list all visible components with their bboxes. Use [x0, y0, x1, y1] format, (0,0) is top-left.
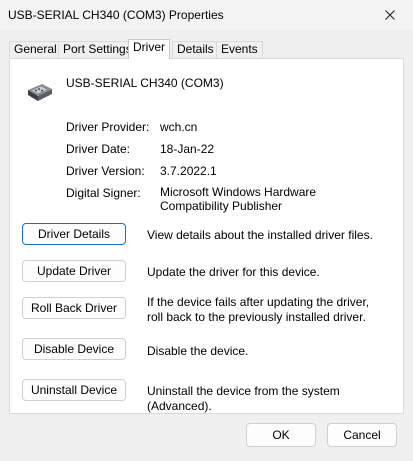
roll-back-driver-description: If the device fails after updating the d… — [147, 295, 370, 324]
tab-strip: General Port Settings Driver Details Eve… — [9, 39, 404, 59]
tab-details[interactable]: Details — [172, 41, 219, 58]
digital-signer-value: Microsoft Windows Hardware Compatibility… — [160, 185, 317, 213]
update-driver-button[interactable]: Update Driver — [22, 260, 126, 282]
disable-device-button[interactable]: Disable Device — [22, 338, 126, 360]
tab-events[interactable]: Events — [216, 41, 263, 58]
uninstall-device-button[interactable]: Uninstall Device — [22, 379, 126, 401]
cancel-button[interactable]: Cancel — [327, 423, 397, 447]
update-driver-description: Update the driver for this device. — [147, 265, 320, 279]
close-icon — [385, 10, 395, 20]
tab-port-settings[interactable]: Port Settings — [58, 41, 137, 58]
digital-signer-label: Digital Signer: — [66, 186, 141, 200]
window-title: USB-SERIAL CH340 (COM3) Properties — [8, 8, 224, 22]
close-button[interactable] — [367, 0, 413, 30]
driver-version-label: Driver Version: — [66, 164, 145, 178]
driver-provider-label: Driver Provider: — [66, 120, 150, 134]
title-bar: USB-SERIAL CH340 (COM3) Properties — [0, 0, 413, 30]
driver-panel: USB-SERIAL CH340 (COM3) Driver Provider:… — [9, 58, 404, 414]
roll-back-driver-button[interactable]: Roll Back Driver — [22, 297, 126, 319]
tab-driver[interactable]: Driver — [128, 39, 170, 59]
ok-button[interactable]: OK — [246, 423, 316, 447]
tab-general[interactable]: General — [9, 41, 62, 58]
disable-device-description: Disable the device. — [147, 344, 249, 358]
device-name: USB-SERIAL CH340 (COM3) — [66, 76, 224, 90]
driver-version-value: 3.7.2022.1 — [160, 164, 217, 178]
driver-date-label: Driver Date: — [66, 142, 131, 156]
serial-port-icon — [28, 84, 52, 101]
driver-details-description: View details about the installed driver … — [147, 228, 373, 242]
driver-date-value: 18-Jan-22 — [160, 142, 215, 156]
uninstall-device-description: Uninstall the device from the system (Ad… — [147, 384, 340, 413]
driver-provider-value: wch.cn — [160, 120, 198, 134]
driver-details-button[interactable]: Driver Details — [22, 223, 126, 245]
